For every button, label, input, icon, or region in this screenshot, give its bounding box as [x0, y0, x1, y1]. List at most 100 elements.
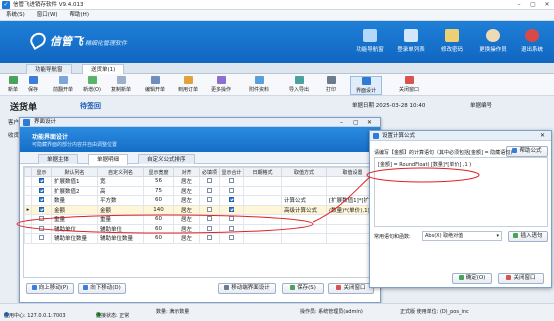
- total-checkbox[interactable]: [229, 225, 234, 231]
- cell-value-mode[interactable]: 计算公式: [281, 195, 327, 206]
- formula-editor[interactable]: [金额] = RoundFloat( [数量]*[单价] ,1 ): [374, 157, 548, 227]
- cell-date-format[interactable]: [243, 223, 282, 234]
- required-checkbox[interactable]: [207, 225, 212, 231]
- table-row[interactable]: 辅助单位 辅助单位 60 居左: [24, 223, 376, 234]
- cell-align[interactable]: 居左: [173, 223, 200, 234]
- cell-align[interactable]: 居左: [173, 185, 200, 196]
- mobile-design-button[interactable]: 移动端界面设计: [218, 283, 276, 294]
- show-checkbox[interactable]: [39, 187, 44, 193]
- cell-date-format[interactable]: [243, 185, 282, 196]
- cell-show[interactable]: [31, 185, 52, 196]
- cell-align[interactable]: 居左: [173, 195, 200, 206]
- close-icon[interactable]: ✕: [540, 0, 554, 10]
- cell-date-format[interactable]: [243, 176, 282, 187]
- cell-required[interactable]: [199, 195, 220, 206]
- copy-bill-button[interactable]: 复制新单: [106, 76, 136, 95]
- ok-button[interactable]: 确定(O): [452, 273, 492, 284]
- table-row[interactable]: 辅助单位数量 辅助单位数量 60 居左: [24, 233, 376, 244]
- cell-custom-name[interactable]: 重量: [97, 214, 144, 225]
- required-checkbox[interactable]: [207, 197, 212, 203]
- cell-value-mode[interactable]: [281, 176, 327, 187]
- cell-total[interactable]: [219, 195, 244, 206]
- cell-align[interactable]: 居左: [173, 204, 200, 215]
- close-icon[interactable]: ✕: [540, 131, 545, 141]
- cell-required[interactable]: [199, 185, 220, 196]
- cell-custom-name[interactable]: 宽: [97, 176, 144, 187]
- show-checkbox[interactable]: [39, 178, 44, 184]
- show-checkbox[interactable]: [39, 235, 44, 241]
- close-dialog-button[interactable]: 关闭窗口: [498, 273, 544, 284]
- add-button[interactable]: 新增(O): [80, 76, 104, 95]
- table-row[interactable]: 数量平方数60居左计算公式[扩展数值1]*[扩展数值2]: [24, 195, 376, 206]
- required-checkbox[interactable]: [207, 216, 212, 222]
- cell-show[interactable]: [31, 195, 52, 206]
- cell-total[interactable]: [219, 233, 244, 244]
- cell-custom-name[interactable]: 辅助单位数量: [97, 233, 144, 244]
- cell-width[interactable]: 75: [143, 185, 174, 196]
- tab-custom-formula-order[interactable]: 自定义公式排序: [138, 154, 195, 164]
- cell-value-mode[interactable]: [281, 214, 327, 225]
- cell-width[interactable]: 60: [143, 214, 174, 225]
- tab-bill-body[interactable]: 单据主体: [38, 154, 79, 164]
- tab-delivery-note[interactable]: 送货单(1): [82, 64, 125, 74]
- cell-total[interactable]: [219, 223, 244, 234]
- total-checkbox[interactable]: [229, 206, 234, 212]
- required-checkbox[interactable]: [207, 187, 212, 193]
- cell-value-mode[interactable]: [281, 223, 327, 234]
- menu-window[interactable]: 窗口(W): [31, 10, 64, 21]
- cell-total[interactable]: [219, 214, 244, 225]
- cell-show[interactable]: [31, 223, 52, 234]
- function-select[interactable]: Abs(X) 取绝对值 ▾: [422, 231, 502, 241]
- insert-statement-button[interactable]: 插入语句: [508, 231, 548, 242]
- print-button[interactable]: 打印: [320, 76, 342, 95]
- cell-width[interactable]: 60: [143, 195, 174, 206]
- total-checkbox[interactable]: [229, 235, 234, 241]
- login-list-button[interactable]: 登录单列表: [393, 27, 429, 61]
- new-bill-button[interactable]: 新单: [4, 76, 22, 95]
- ui-design-button[interactable]: 界面设计: [350, 76, 382, 95]
- col-show[interactable]: 显示: [31, 167, 52, 177]
- total-checkbox[interactable]: [229, 216, 234, 222]
- cell-custom-name[interactable]: 金额: [97, 204, 144, 215]
- cell-custom-name[interactable]: 辅助单位: [97, 223, 144, 234]
- col-value-mode[interactable]: 取值方式: [281, 167, 327, 177]
- required-checkbox[interactable]: [207, 178, 212, 184]
- cell-show[interactable]: [31, 233, 52, 244]
- menu-help[interactable]: 帮助(H): [64, 10, 95, 21]
- cell-custom-name[interactable]: 高: [97, 185, 144, 196]
- maximize-icon[interactable]: ▢: [353, 118, 359, 127]
- show-checkbox[interactable]: [39, 216, 44, 222]
- table-row[interactable]: 扩展数值1 宽 56 居左: [24, 176, 376, 187]
- cell-required[interactable]: [199, 204, 220, 215]
- cell-custom-name[interactable]: 平方数: [97, 195, 144, 206]
- cell-total[interactable]: [219, 185, 244, 196]
- table-row[interactable]: 扩展数值2 高 75 居左: [24, 185, 376, 196]
- change-password-button[interactable]: 修改密码: [434, 27, 470, 61]
- close-window-button[interactable]: 关闭窗口: [394, 76, 424, 95]
- cell-show[interactable]: [31, 214, 52, 225]
- show-checkbox[interactable]: [39, 197, 44, 203]
- switch-operator-button[interactable]: 更换操作员: [475, 27, 511, 61]
- nav-window-button[interactable]: 功能导航窗: [352, 27, 388, 61]
- move-up-button[interactable]: 向上移动(P): [26, 283, 74, 294]
- maximize-icon[interactable]: ▢: [526, 0, 540, 10]
- col-align[interactable]: 对齐: [173, 167, 200, 177]
- edit-bill-button[interactable]: 编辑开单: [140, 76, 170, 95]
- use-order-button[interactable]: 到用订单: [174, 76, 202, 95]
- table-row[interactable]: ▸ 金额 金额 140 居左 高级计算公式 (数量)*(单价),1): [24, 204, 376, 215]
- exit-button[interactable]: 退出系统: [514, 27, 550, 61]
- save-button[interactable]: 保存: [24, 76, 42, 95]
- col-total[interactable]: 显示合计: [219, 167, 244, 177]
- cell-align[interactable]: 居左: [173, 214, 200, 225]
- cell-date-format[interactable]: [243, 214, 282, 225]
- cell-required[interactable]: [199, 176, 220, 187]
- cell-required[interactable]: [199, 214, 220, 225]
- minimize-icon[interactable]: –: [340, 118, 343, 127]
- cell-date-format[interactable]: [243, 195, 282, 206]
- total-checkbox[interactable]: [229, 197, 234, 203]
- save-button[interactable]: 保存(S): [282, 283, 324, 294]
- more-actions-button[interactable]: 更多操作: [206, 76, 236, 95]
- cell-width[interactable]: 140: [143, 204, 174, 215]
- cell-value-mode[interactable]: 高级计算公式: [281, 204, 327, 215]
- col-width[interactable]: 显示宽度: [143, 167, 174, 177]
